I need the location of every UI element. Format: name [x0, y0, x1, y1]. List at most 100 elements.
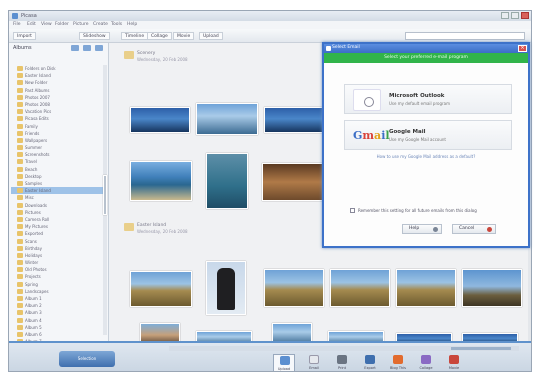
sidebar-folder-item[interactable]: Friends [11, 130, 103, 137]
photo-thumbnail[interactable] [264, 107, 324, 133]
photo-thumbnail[interactable] [262, 163, 324, 201]
sidebar-folder-item[interactable]: Summer [11, 144, 103, 151]
sidebar-folder-item[interactable]: Misc [11, 194, 103, 201]
sidebar-folder-item[interactable]: My Pictures [11, 223, 103, 230]
import-button[interactable]: Import [13, 32, 36, 40]
print-action-button[interactable]: Print [331, 354, 353, 371]
sidebar-folder-item[interactable]: Exported [11, 230, 103, 237]
menu-picture[interactable]: Picture [73, 22, 88, 27]
menu-tools[interactable]: Tools [111, 22, 122, 27]
sidebar-folder-item[interactable]: Samples [11, 180, 103, 187]
menu-help[interactable]: Help [127, 22, 137, 27]
sidebar-folder-item[interactable]: Spring [11, 281, 103, 288]
sidebar-folder-item[interactable]: Album 1 [11, 295, 103, 302]
folder-icon [17, 101, 23, 107]
sidebar-folder-item[interactable]: Album 6 [11, 331, 103, 338]
photo-thumbnail[interactable] [130, 161, 192, 201]
upload-action-button[interactable]: Upload [273, 354, 295, 371]
remember-checkbox-label: Remember this setting for all future ema… [358, 208, 477, 213]
slideshow-button[interactable]: Slideshow [79, 32, 110, 40]
collage-button[interactable]: Collage [147, 32, 172, 40]
sidebar-folder-item[interactable]: Album 3 [11, 309, 103, 316]
folder-icon [17, 166, 23, 172]
sidebar-scrollbar[interactable] [103, 65, 107, 335]
dialog-app-icon [326, 46, 331, 51]
zoom-slider[interactable] [451, 347, 511, 350]
collage-action-button[interactable]: Collage [415, 354, 437, 371]
scrollbar-thumb[interactable] [103, 175, 107, 215]
help-button[interactable]: Help [402, 224, 442, 234]
maximize-button[interactable] [511, 12, 519, 19]
sidebar-folder-item[interactable]: Travel [11, 158, 103, 165]
sidebar-folder-item[interactable]: Folders on Disk [11, 65, 103, 72]
sidebar-folder-item[interactable]: Family [11, 123, 103, 130]
sort-icon[interactable] [95, 45, 103, 51]
blog-action-button[interactable]: Blog This [387, 354, 409, 371]
email-action-button[interactable]: Email [303, 354, 325, 371]
sidebar-folder-item[interactable]: Past Albums [11, 87, 103, 94]
selection-tray[interactable]: Selection [59, 351, 115, 367]
collapse-icon[interactable] [71, 45, 79, 51]
menu-file[interactable]: File [13, 22, 21, 27]
sidebar-folder-item[interactable]: Pictures [11, 209, 103, 216]
menu-edit[interactable]: Edit [27, 22, 36, 27]
menu-view[interactable]: View [41, 22, 52, 27]
photo-thumbnail[interactable] [130, 107, 190, 133]
folder-icon [17, 145, 23, 151]
outlook-option[interactable]: Microsoft Outlook Use my default email p… [344, 84, 512, 114]
photo-thumbnail[interactable] [264, 269, 324, 307]
sidebar-folder-item[interactable]: Old Photos [11, 266, 103, 273]
movie-button[interactable]: Movie [173, 32, 195, 40]
movie-action-button[interactable]: Movie [443, 354, 465, 371]
sidebar-folder-item[interactable]: Wallpapers [11, 137, 103, 144]
sidebar-folder-item[interactable]: Album 4 [11, 317, 103, 324]
close-button[interactable] [521, 12, 529, 19]
sidebar-folder-item[interactable]: Album 2 [11, 302, 103, 309]
sidebar-folder-item[interactable]: Projects [11, 273, 103, 280]
menu-create[interactable]: Create [93, 22, 108, 27]
export-icon [365, 355, 375, 364]
cancel-button[interactable]: Cancel [452, 224, 496, 234]
sidebar-folder-item[interactable]: Winter [11, 259, 103, 266]
photo-thumbnail[interactable] [330, 269, 390, 307]
sidebar-folder-item[interactable]: New Folder [11, 79, 103, 86]
sidebar-folder-item[interactable]: Photos 2008 [11, 101, 103, 108]
sidebar-folder-item[interactable]: Scans [11, 238, 103, 245]
photo-thumbnail[interactable] [206, 261, 246, 315]
add-folder-icon[interactable] [83, 45, 91, 51]
timeline-button[interactable]: Timeline [121, 32, 149, 40]
action-label: Upload [277, 367, 291, 371]
sidebar-folder-item[interactable]: Beach [11, 166, 103, 173]
sidebar-folder-item[interactable]: Picasa Edits [11, 115, 103, 122]
sidebar-folder-item[interactable]: Camera Roll [11, 216, 103, 223]
search-input[interactable] [405, 32, 525, 40]
upload-button[interactable]: Upload [199, 32, 223, 40]
sidebar-folder-item[interactable]: Easter Island [11, 187, 103, 195]
gmail-help-link[interactable]: How to use my Google Mail address as a d… [324, 154, 528, 159]
sidebar-folder-item[interactable]: Album 5 [11, 324, 103, 331]
photo-thumbnail[interactable] [396, 269, 456, 307]
sidebar-folder-item[interactable]: Photos 2007 [11, 94, 103, 101]
sidebar-folder-item[interactable]: Easter Island [11, 72, 103, 79]
dialog-close-button[interactable]: × [518, 45, 527, 52]
minimize-button[interactable] [501, 12, 509, 19]
sidebar-folder-item[interactable]: Holidays [11, 252, 103, 259]
sidebar-folder-item[interactable]: Birthday [11, 245, 103, 252]
export-action-button[interactable]: Export [359, 354, 381, 371]
sidebar-folder-item[interactable]: Downloads [11, 202, 103, 209]
photo-thumbnail[interactable] [130, 271, 192, 307]
group-date: Wednesday, 20 Feb 2008 [137, 57, 188, 62]
photo-thumbnail[interactable] [462, 269, 522, 307]
remember-checkbox[interactable] [350, 208, 355, 213]
sidebar-folder-item[interactable]: Desktop [11, 173, 103, 180]
gmail-option[interactable]: Gmail Google Mail Use my Google Mail acc… [344, 120, 512, 150]
sidebar-folder-item[interactable]: Landscapes [11, 288, 103, 295]
sidebar-folder-item[interactable]: Screenshots [11, 151, 103, 158]
photo-thumbnail[interactable] [206, 153, 248, 209]
photo-thumbnail[interactable] [196, 103, 258, 135]
menu-folder[interactable]: Folder [55, 22, 69, 27]
sidebar-folder-item[interactable]: Vacation Pics [11, 108, 103, 115]
folder-label: Desktop [25, 173, 42, 179]
folder-icon [17, 238, 23, 244]
folder-label: Landscapes [25, 288, 49, 294]
